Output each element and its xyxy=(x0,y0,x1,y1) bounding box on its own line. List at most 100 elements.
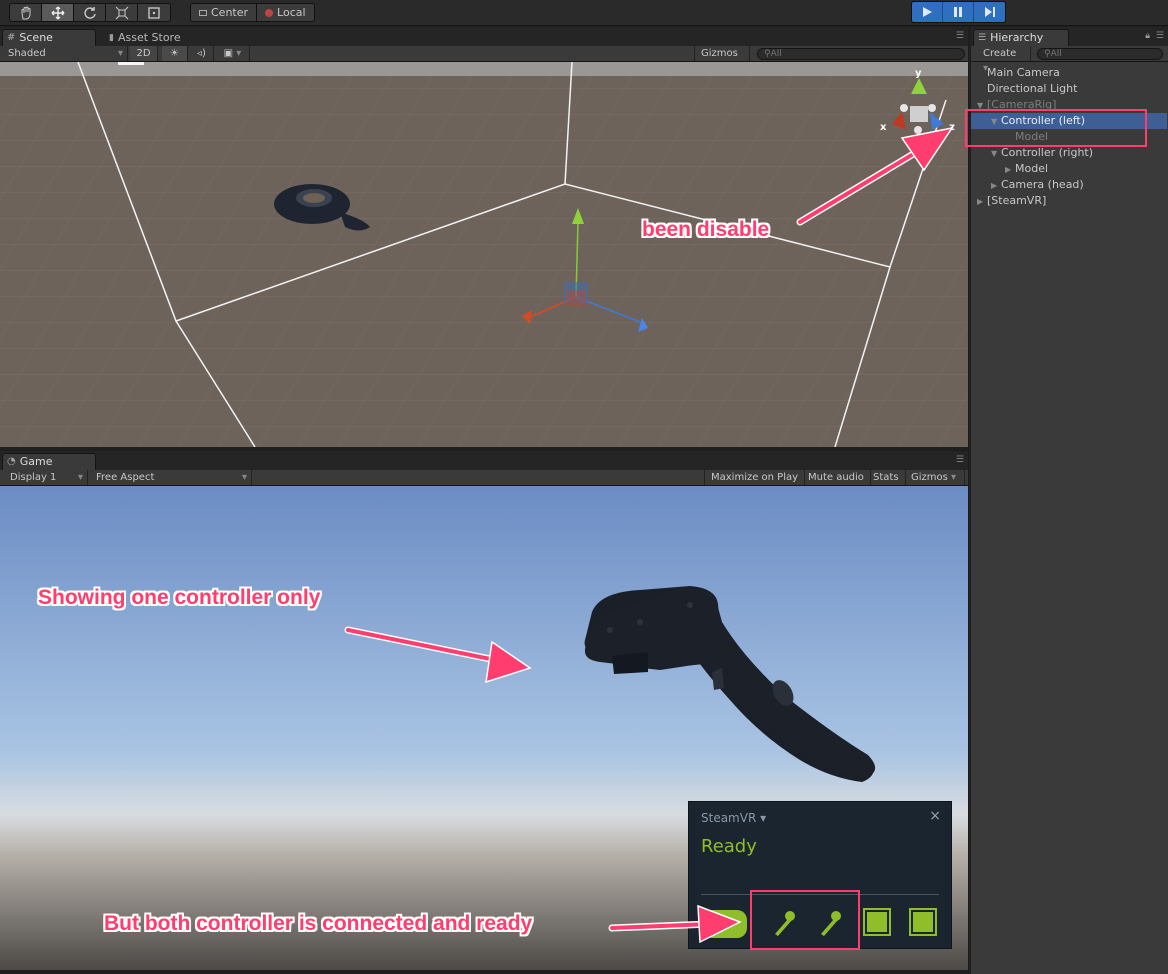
play-icon xyxy=(923,7,932,17)
game-control-bar: Display 1 ▾ Free Aspect ▾ Maximize on Play… xyxy=(0,470,968,486)
maximize-on-play-toggle[interactable]: Maximize on Play xyxy=(704,470,806,485)
tab-asset-store[interactable]: ▮ Asset Store xyxy=(104,29,200,46)
create-dropdown[interactable]: Create ▾ xyxy=(977,46,1031,74)
hand-icon xyxy=(21,6,30,19)
mute-audio-toggle[interactable]: Mute audio xyxy=(802,470,871,485)
svg-text:x: x xyxy=(880,122,887,133)
hierarchy-item-label: Model xyxy=(1015,162,1049,175)
dropdown-arrow-icon: ▾ xyxy=(233,48,242,59)
expand-right-icon[interactable]: ▶ xyxy=(991,178,1001,194)
rotate-icon xyxy=(83,6,96,19)
shading-mode-dropdown[interactable]: Shaded ▾ xyxy=(2,46,128,61)
hierarchy-panel: ☰ Hierarchy 🔒︎ ☰ Create ▾ ⚲All Main Camer… xyxy=(971,27,1168,974)
svg-text:y: y xyxy=(915,68,922,79)
panel-menu-icon[interactable]: ☰ xyxy=(1156,31,1164,41)
base-station-icon[interactable] xyxy=(909,908,937,936)
panel-menu-icon[interactable]: ☰ xyxy=(956,455,964,465)
hierarchy-item[interactable]: ▼ Controller (right) xyxy=(971,145,1167,161)
game-tabbar: ◔ Game ☰ xyxy=(0,451,968,470)
pivot-local-toggle[interactable]: Local xyxy=(256,4,314,21)
sun-icon: ☀ xyxy=(170,48,179,59)
scale-icon xyxy=(115,6,128,19)
hierarchy-item-label: Camera (head) xyxy=(1001,178,1084,191)
search-icon: ⚲ xyxy=(1044,49,1051,59)
lock-icon[interactable]: 🔒︎ xyxy=(1145,31,1150,41)
hierarchy-item-label: Controller (right) xyxy=(1001,146,1094,159)
scene-control-bar: Shaded▾ 2D ☀ ◃) ▣ ▾ Gizmos ▾ ⚲All xyxy=(0,46,968,74)
expand-right-icon[interactable]: ▶ xyxy=(977,194,987,210)
headset-icon[interactable] xyxy=(703,910,747,938)
scene-search-input[interactable]: ⚲All xyxy=(757,48,965,60)
dropdown-arrow-icon: ▾ xyxy=(117,48,123,59)
pivot-center-toggle[interactable]: Center xyxy=(191,4,256,21)
gizmos-dropdown[interactable]: Gizmos ▾ xyxy=(694,46,750,74)
play-button[interactable] xyxy=(912,2,943,22)
tab-scene[interactable]: # Scene xyxy=(2,29,96,46)
annotation-game-note: Showing one controller only xyxy=(38,586,321,609)
scene-view-canvas: y x z xyxy=(0,62,968,447)
highlight-box-hierarchy xyxy=(965,109,1147,147)
hierarchy-item[interactable]: ▶ Model xyxy=(971,161,1167,177)
expand-right-icon[interactable]: ▶ xyxy=(1005,162,1015,178)
pivot-toggles: Center Local xyxy=(190,3,315,22)
transform-tools xyxy=(9,3,171,22)
close-icon[interactable]: × xyxy=(929,808,941,824)
aspect-dropdown[interactable]: Free Aspect ▾ xyxy=(90,470,252,485)
hierarchy-item-label: Directional Light xyxy=(987,82,1078,95)
dropdown-arrow-icon: ▾ xyxy=(241,472,247,483)
steamvr-status: Ready xyxy=(701,836,757,857)
highlight-box-controllers xyxy=(750,890,860,950)
store-icon: ▮ xyxy=(109,33,114,43)
stats-toggle[interactable]: Stats xyxy=(867,470,906,485)
move-tool-button[interactable] xyxy=(42,4,74,21)
hierarchy-item[interactable]: ▶ [SteamVR] xyxy=(971,193,1167,209)
list-icon: ☰ xyxy=(978,33,987,43)
hierarchy-item-label: Main Camera xyxy=(987,66,1060,79)
grid-icon: # xyxy=(7,32,16,43)
playback-controls xyxy=(911,1,1006,23)
center-icon xyxy=(199,9,207,16)
gizmos-dropdown[interactable]: Gizmos ▾ xyxy=(905,470,965,485)
hierarchy-item[interactable]: ▶ Camera (head) xyxy=(971,177,1167,193)
svg-text:z: z xyxy=(949,122,955,133)
dropdown-arrow-icon: ▾ xyxy=(77,472,83,483)
display-dropdown[interactable]: Display 1 ▾ xyxy=(4,470,88,485)
pacman-icon: ◔ xyxy=(7,456,16,467)
hierarchy-control-bar: Create ▾ ⚲All xyxy=(971,46,1168,74)
hierarchy-tree: Main Camera Directional Light ▼ [CameraRig]… xyxy=(971,65,1168,265)
tab-hierarchy[interactable]: ☰ Hierarchy xyxy=(973,29,1069,46)
move-icon xyxy=(51,6,64,19)
search-icon: ⚲ xyxy=(764,49,771,59)
tab-game[interactable]: ◔ Game xyxy=(2,453,96,470)
scene-viewport[interactable]: y x z xyxy=(0,62,968,447)
audio-toggle[interactable]: ◃) xyxy=(190,46,214,61)
pause-icon xyxy=(954,7,962,17)
panel-menu-icon[interactable]: ☰ xyxy=(956,31,964,41)
rect-tool-button[interactable] xyxy=(138,4,170,21)
pause-button[interactable] xyxy=(943,2,974,22)
rotate-tool-button[interactable] xyxy=(74,4,106,21)
steamvr-menu[interactable]: SteamVR ▾ xyxy=(701,811,766,825)
step-button[interactable] xyxy=(974,2,1005,22)
scene-tabbar: # Scene ▮ Asset Store ☰ xyxy=(0,27,968,46)
expand-down-icon[interactable]: ▼ xyxy=(991,146,1001,162)
speaker-icon: ◃) xyxy=(197,48,206,59)
hierarchy-item[interactable]: Main Camera xyxy=(971,65,1167,81)
dropdown-arrow-icon: ▾ xyxy=(951,472,957,483)
hierarchy-item[interactable]: Directional Light xyxy=(971,81,1167,97)
hierarchy-search-input[interactable]: ⚲All xyxy=(1037,48,1163,60)
main-toolbar: Center Local xyxy=(0,0,1168,26)
step-icon xyxy=(984,7,995,17)
2d-toggle[interactable]: 2D xyxy=(130,46,158,61)
hand-tool-button[interactable] xyxy=(10,4,42,21)
effects-dropdown[interactable]: ▣ ▾ xyxy=(216,46,250,61)
annotation-disabled-note: been disable xyxy=(642,218,770,241)
hierarchy-item-label: [SteamVR] xyxy=(987,194,1047,207)
scale-tool-button[interactable] xyxy=(106,4,138,21)
annotation-connected-note: But both controller is connected and rea… xyxy=(104,912,533,935)
hierarchy-tabbar: ☰ Hierarchy 🔒︎ ☰ xyxy=(971,27,1168,46)
base-station-icon[interactable] xyxy=(863,908,891,936)
lighting-toggle[interactable]: ☀ xyxy=(162,46,188,61)
scene-label-marker xyxy=(118,62,144,65)
rect-tool-icon xyxy=(148,6,160,19)
